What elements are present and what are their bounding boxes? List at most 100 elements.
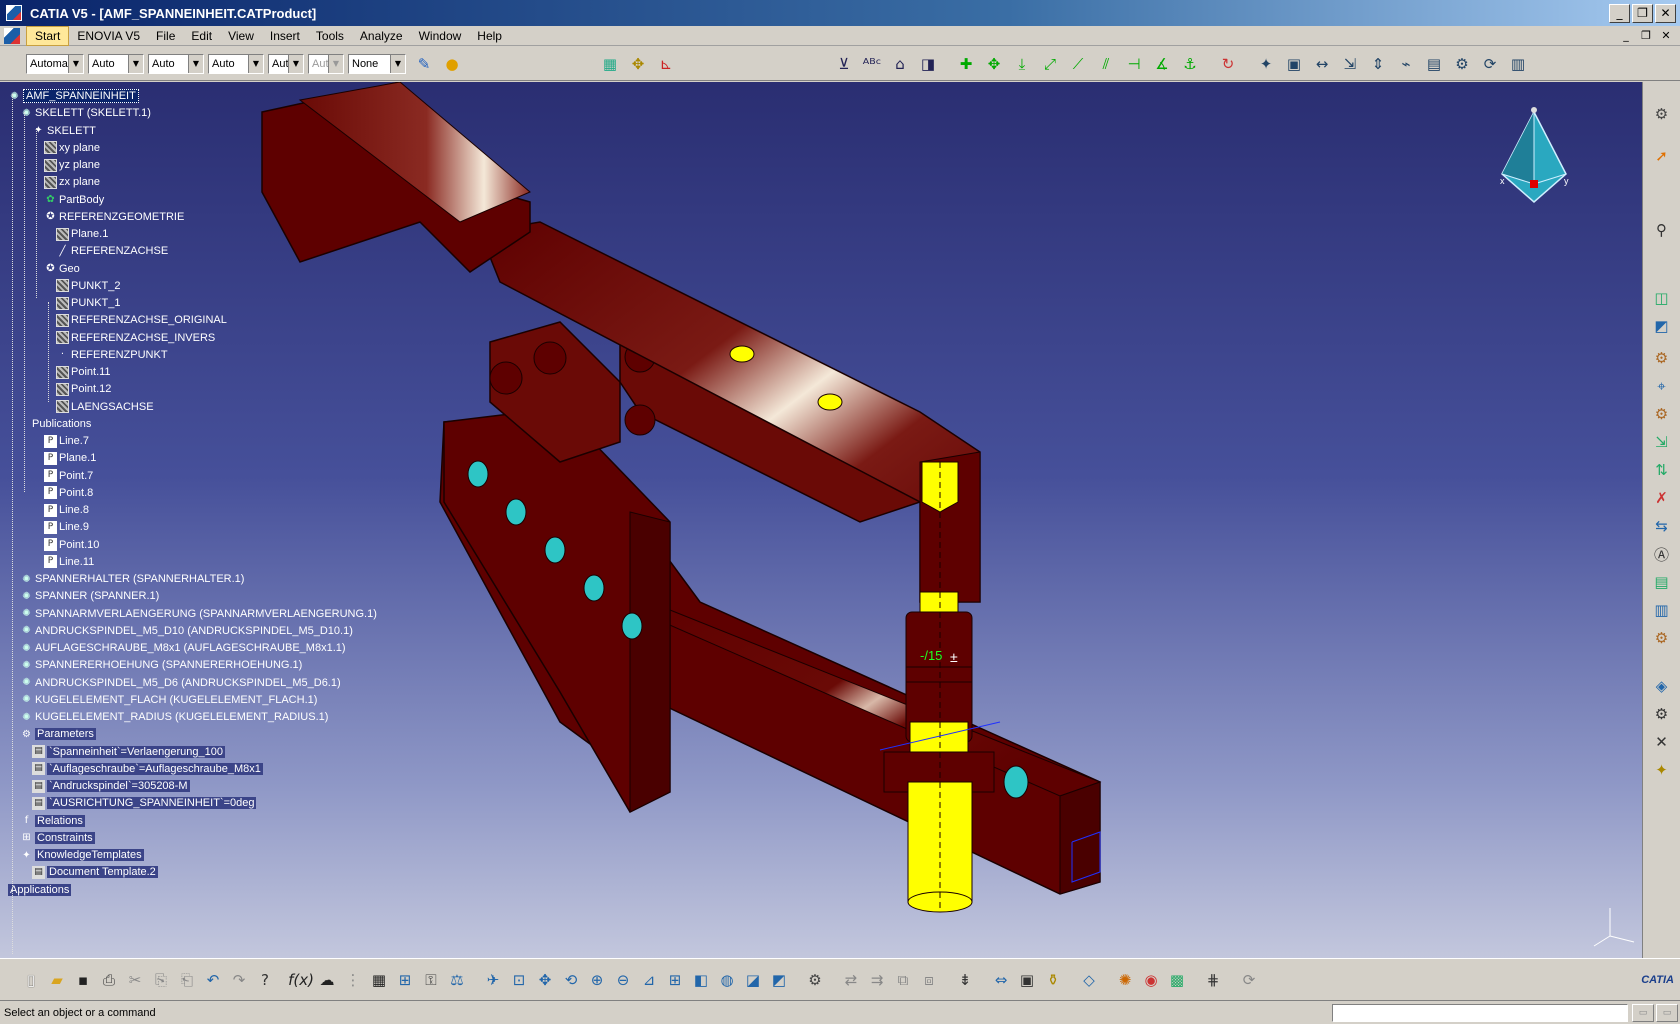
lock-icon[interactable]: ⚿: [419, 968, 443, 992]
bill-of-material-icon[interactable]: ⇔: [989, 968, 1013, 992]
axis-icon[interactable]: ⊾: [654, 52, 678, 76]
select-arrow-icon[interactable]: ➚: [1649, 144, 1675, 168]
flag-note-icon[interactable]: ⌂: [888, 52, 912, 76]
fly-mode-icon[interactable]: ✈: [481, 968, 505, 992]
fast-multi-instantiation-icon[interactable]: Ⓐ: [1649, 542, 1675, 566]
tree-node[interactable]: ✺ SKELETT (SKELETT.1): [20, 105, 151, 121]
formula-icon[interactable]: f(x): [288, 968, 314, 992]
insert-component-icon[interactable]: ◫: [1649, 286, 1675, 310]
dropdown-arrow-icon[interactable]: ▼: [188, 54, 203, 73]
tree-node[interactable]: P Line.11: [44, 554, 94, 570]
explode-scene-icon[interactable]: ✕: [1649, 730, 1675, 754]
offset-icon[interactable]: ⊣: [1122, 52, 1146, 76]
multi-view-icon[interactable]: ⊞: [663, 968, 687, 992]
dropdown-arrow-icon[interactable]: ▼: [248, 54, 263, 73]
tree-node[interactable]: ▤ Document Template.2: [32, 864, 158, 880]
compass-icon[interactable]: x y: [1494, 104, 1574, 214]
tree-node[interactable]: P Plane.1: [44, 450, 96, 466]
line-type-combo[interactable]: Auto ▼: [208, 53, 264, 74]
line-thickness-combo[interactable]: Auto ▼: [148, 53, 204, 74]
dropdown-arrow-icon[interactable]: ▼: [128, 54, 143, 73]
tree-node[interactable]: ✦ KnowledgeTemplates: [20, 847, 144, 863]
menu-edit[interactable]: Edit: [183, 27, 220, 45]
insert-product-icon[interactable]: ◩: [1649, 314, 1675, 338]
sectioning-icon[interactable]: ▣: [1282, 52, 1306, 76]
tree-node[interactable]: · REFERENZPUNKT: [56, 347, 168, 363]
tree-node[interactable]: P Point.8: [44, 485, 93, 501]
tree-node[interactable]: ✺ KUGELELEMENT_FLACH (KUGELELEMENT_FLACH.…: [20, 692, 317, 708]
iso-view-icon[interactable]: ◧: [689, 968, 713, 992]
parameter-explorer-icon[interactable]: ⚖: [445, 968, 469, 992]
dimension-icon[interactable]: ⊻: [832, 52, 856, 76]
catia-app-icon[interactable]: [6, 5, 22, 21]
tree-node[interactable]: f Relations: [20, 813, 85, 829]
multi-instantiation-icon[interactable]: ▤: [1649, 570, 1675, 594]
knowledge-advisor-icon[interactable]: ⚙: [1450, 52, 1474, 76]
zoom-in-icon[interactable]: ⊕: [585, 968, 609, 992]
scene-icon[interactable]: ◈: [1649, 674, 1675, 698]
swap-space-icon[interactable]: ◩: [767, 968, 791, 992]
tree-node[interactable]: ✺ ANDRUCKSPINDEL_M5_D10 (ANDRUCKSPINDEL_M…: [20, 623, 353, 639]
dropdown-arrow-icon[interactable]: ▼: [288, 54, 303, 73]
status-button-1[interactable]: ▭: [1632, 1003, 1654, 1022]
tree-node[interactable]: ▤ `Auflageschraube`=Auflageschraube_M8x1: [32, 761, 263, 777]
numbering-icon[interactable]: ✗: [1649, 486, 1675, 510]
contact-icon[interactable]: ⫽: [1094, 52, 1118, 76]
tree-node[interactable]: ╱ REFERENZACHSE: [56, 243, 168, 259]
angle-icon[interactable]: ∡: [1150, 52, 1174, 76]
doc-close-button[interactable]: ✕: [1658, 29, 1674, 42]
fit-all-icon[interactable]: ⊡: [507, 968, 531, 992]
inertia-icon[interactable]: ⌁: [1394, 52, 1418, 76]
fix-icon[interactable]: ⚓: [1178, 52, 1202, 76]
multi-constraint-icon[interactable]: ⧉: [891, 968, 915, 992]
tree-node[interactable]: P Line.7: [44, 433, 89, 449]
tree-node[interactable]: xy plane: [44, 140, 100, 156]
tree-node[interactable]: ✺ KUGELELEMENT_RADIUS (KUGELELEMENT_RADIU…: [20, 709, 328, 725]
text-annotation-icon[interactable]: ᴬᴮᶜ: [860, 52, 884, 76]
sheet-icon[interactable]: ▥: [1506, 52, 1530, 76]
redo-icon[interactable]: ↷: [227, 968, 251, 992]
tree-node[interactable]: ✪ REFERENZGEOMETRIE: [44, 209, 184, 225]
undo-icon[interactable]: ↶: [201, 968, 225, 992]
tree-node[interactable]: ⚙ Parameters: [20, 726, 96, 742]
tree-node[interactable]: zx plane: [44, 174, 100, 190]
tools-palette-icon[interactable]: ⋮: [341, 968, 365, 992]
document-icon[interactable]: [4, 27, 20, 44]
dropdown-arrow-icon[interactable]: ▼: [390, 54, 405, 73]
tree-node[interactable]: P Line.8: [44, 502, 89, 518]
tree-node[interactable]: ✺ ANDRUCKSPINDEL_M5_D6 (ANDRUCKSPINDEL_M5…: [20, 675, 340, 691]
save-icon[interactable]: ▪: [71, 968, 95, 992]
color-combo[interactable]: Automa ▼: [26, 53, 84, 74]
tree-node[interactable]: Applications: [8, 882, 72, 898]
grid-snap-icon[interactable]: ⋕: [1201, 968, 1225, 992]
coincidence-icon[interactable]: ⟋: [1066, 52, 1090, 76]
menu-tools[interactable]: Tools: [308, 27, 352, 45]
view-cube-icon[interactable]: ◨: [916, 52, 940, 76]
doc-minimize-button[interactable]: _: [1618, 29, 1634, 42]
tree-node[interactable]: P Line.9: [44, 519, 89, 535]
menu-view[interactable]: View: [220, 27, 262, 45]
replace-component-icon[interactable]: ⚙: [1649, 402, 1675, 426]
load-icon[interactable]: ⇆: [1649, 514, 1675, 538]
explode-icon[interactable]: ⤢: [1038, 52, 1062, 76]
zoom-tool-icon[interactable]: ⚲: [1649, 218, 1675, 242]
tree-node[interactable]: ✺ SPANNARMVERLAENGERUNG (SPANNARMVERLAENG…: [20, 606, 377, 622]
manipulate-icon[interactable]: ✥: [982, 52, 1006, 76]
copy-icon[interactable]: ⎘: [149, 968, 173, 992]
dimension-label[interactable]: -/15: [920, 648, 942, 663]
zoom-out-icon[interactable]: ⊖: [611, 968, 635, 992]
layer-combo[interactable]: None ▼: [348, 53, 406, 74]
close-button[interactable]: ✕: [1655, 3, 1676, 23]
command-input[interactable]: [1332, 1003, 1628, 1022]
apply-material-icon[interactable]: ▩: [1165, 968, 1189, 992]
tree-node[interactable]: LAENGSACHSE: [56, 399, 154, 415]
tree-node[interactable]: ✺ SPANNER (SPANNER.1): [20, 588, 159, 604]
environment-icon[interactable]: ◉: [1139, 968, 1163, 992]
tree-node[interactable]: yz plane: [44, 157, 100, 173]
tree-node[interactable]: P Point.7: [44, 468, 93, 484]
comment-icon[interactable]: ☁: [315, 968, 339, 992]
paste-icon[interactable]: ⎗: [175, 968, 199, 992]
transparency-combo[interactable]: Auto ▼: [88, 53, 144, 74]
tree-node[interactable]: Point.11: [56, 364, 111, 380]
status-button-2[interactable]: ▭: [1656, 1003, 1678, 1022]
